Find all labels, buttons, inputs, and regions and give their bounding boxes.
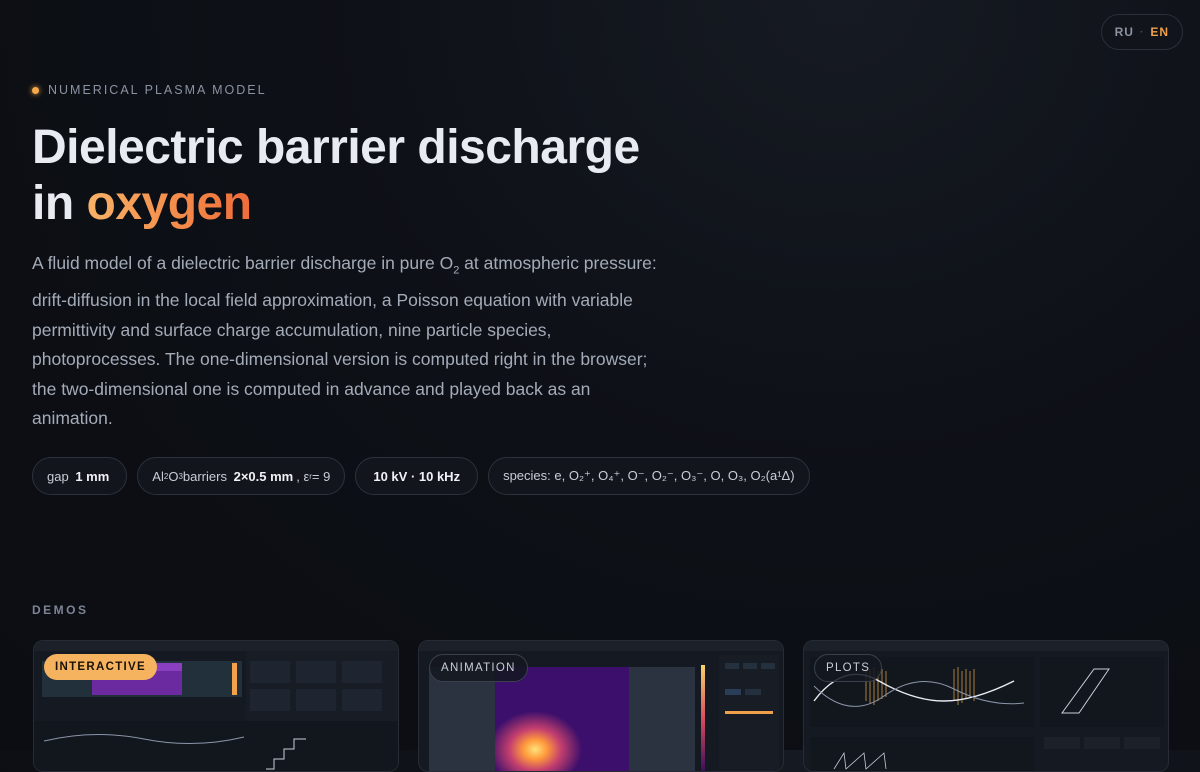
title-line1: Dielectric barrier discharge	[32, 121, 640, 174]
chip-species: species: e, O₂⁺, O₄⁺, O⁻, O₂⁻, O₃⁻, O, O…	[488, 457, 810, 495]
chip-barrier-eps-val: = 9	[311, 468, 331, 484]
chip-species-text: species: e, O₂⁺, O₄⁺, O⁻, O₂⁻, O₃⁻, O, O…	[503, 468, 795, 483]
chip-gap-label: gap	[47, 468, 69, 484]
chip-barrier-eps: , ε	[296, 468, 310, 484]
chip-source: 10 kV · 10 kHz	[355, 457, 479, 495]
chip-source-value: 10 kV · 10 kHz	[373, 468, 461, 484]
status-dot-icon	[32, 86, 39, 94]
eyebrow: NUMERICAL PLASMA MODEL	[32, 83, 267, 97]
chip-barrier-label: barriers	[182, 468, 227, 484]
chip-gap: gap 1 mm	[32, 457, 128, 495]
demo-card-plots[interactable]: PLOTS	[803, 640, 1169, 772]
lang-en-button[interactable]: EN	[1150, 25, 1169, 39]
desc-part2: at atmospheric pressure: drift-diffusion…	[32, 253, 657, 428]
chip-barrier-value: 2×0.5 mm	[233, 468, 294, 484]
badge-animation: ANIMATION	[429, 654, 528, 682]
badge-plots: PLOTS	[814, 654, 883, 682]
lang-separator: ·	[1139, 26, 1145, 38]
chip-barrier-al: Al	[152, 468, 164, 484]
title-prefix: in	[32, 177, 87, 230]
chip-gap-value: 1 mm	[75, 468, 110, 484]
eyebrow-text: NUMERICAL PLASMA MODEL	[48, 83, 267, 97]
demo-card-animation[interactable]: ANIMATION	[418, 640, 784, 772]
chip-barrier: Al 2 O 3 barriers 2×0.5 mm, εr = 9	[137, 457, 346, 495]
demos-heading: DEMOS	[32, 603, 89, 617]
lang-ru-button[interactable]: RU	[1115, 25, 1134, 39]
badge-interactive: INTERACTIVE	[44, 654, 157, 680]
page-title: Dielectric barrier discharge in oxygen	[32, 120, 640, 232]
desc-part1: A fluid model of a dielectric barrier di…	[32, 253, 454, 273]
title-accent: oxygen	[86, 177, 253, 230]
language-switcher: RU · EN	[1100, 14, 1183, 50]
parameter-chips: gap 1 mm Al 2 O 3 barriers 2×0.5 mm, εr = 9…	[32, 457, 810, 495]
description: A fluid model of a dielectric barrier di…	[32, 249, 672, 434]
demo-card-interactive[interactable]: INTERACTIVE	[33, 640, 399, 772]
chip-barrier-o: O	[168, 468, 179, 484]
